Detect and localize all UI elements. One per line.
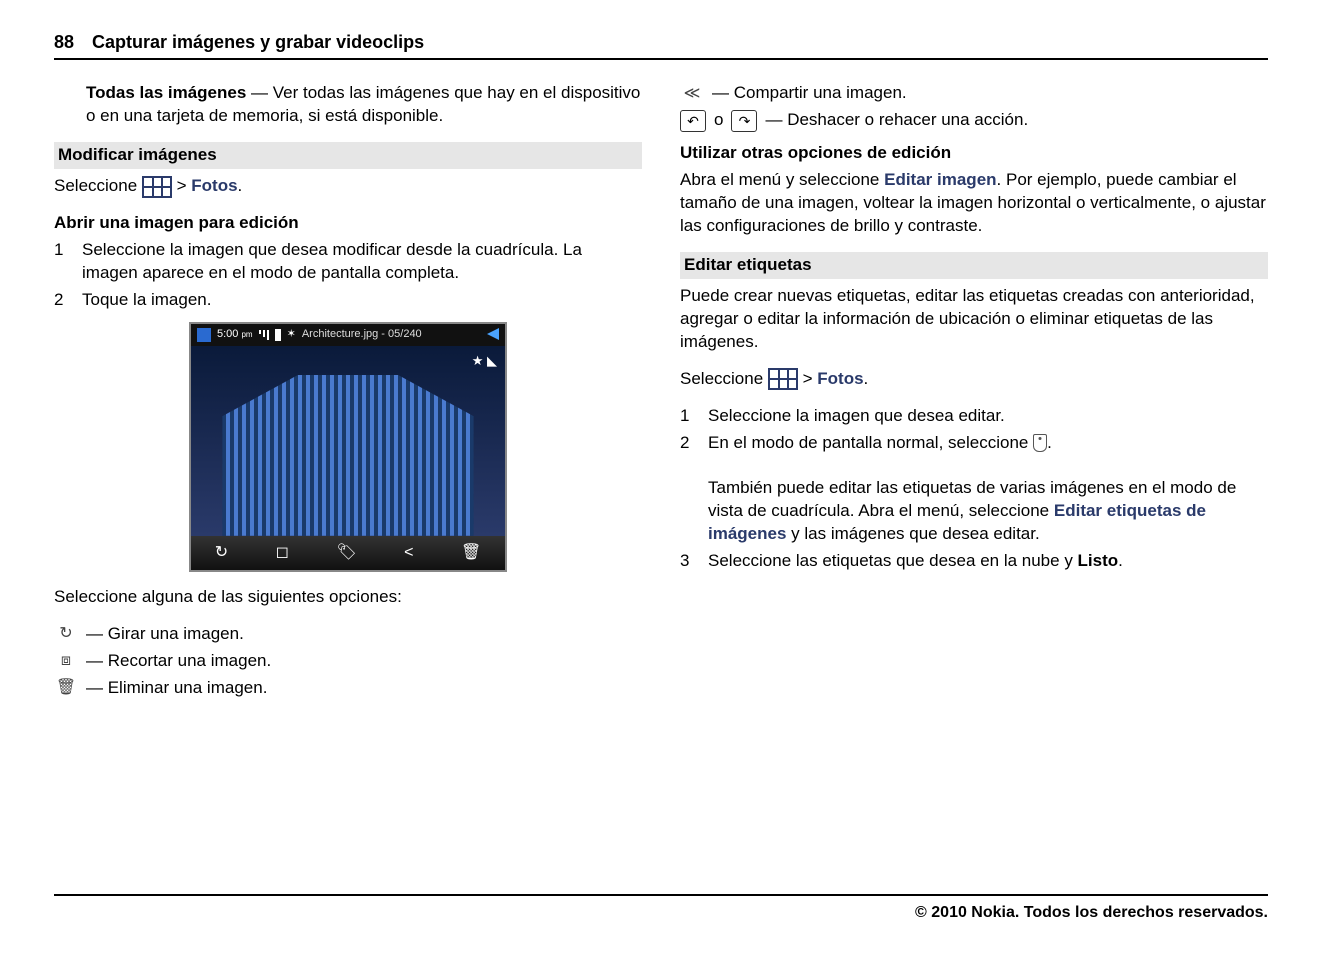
text: > xyxy=(798,369,817,388)
step-text: Seleccione las etiquetas que desea en la… xyxy=(708,550,1268,573)
other-options-text: Abra el menú y seleccione Editar imagen.… xyxy=(680,169,1268,238)
page-header: 88 Capturar imágenes y grabar videoclips xyxy=(54,30,1268,60)
option-delete: 🗑 — Eliminar una imagen. xyxy=(54,677,642,700)
option-text: — Girar una imagen. xyxy=(86,623,244,646)
tag-step-3: 3 Seleccione las etiquetas que desea en … xyxy=(680,550,1268,573)
text: . xyxy=(238,176,243,195)
tag-icon: 🏷 xyxy=(336,542,356,564)
option-text: — Deshacer o rehacer una acción. xyxy=(765,109,1028,132)
done-label: Listo xyxy=(1078,551,1119,570)
text: Seleccione xyxy=(54,176,142,195)
step-text: Toque la imagen. xyxy=(82,289,642,312)
option-text: — Compartir una imagen. xyxy=(712,82,907,105)
option-text: — Eliminar una imagen. xyxy=(86,677,267,700)
menu-photos: Fotos xyxy=(191,176,237,195)
open-edit-heading: Abrir una imagen para edición xyxy=(54,212,642,235)
section-modify-images: Modificar imágenes xyxy=(54,142,642,169)
all-images-block: Todas las imágenes — Ver todas las imáge… xyxy=(54,82,642,128)
options-intro: Seleccione alguna de las siguientes opci… xyxy=(54,586,642,609)
step-number: 2 xyxy=(680,432,708,547)
text: Abra el menú y seleccione xyxy=(680,170,884,189)
phone-toolbar: ↻ ◻ 🏷 < 🗑 xyxy=(191,536,505,570)
step-number: 1 xyxy=(680,405,708,428)
building-photo xyxy=(222,365,473,536)
tag-step-2: 2 En el modo de pantalla normal, selecci… xyxy=(680,432,1268,547)
step-number: 2 xyxy=(54,289,82,312)
step-2: 2 Toque la imagen. xyxy=(54,289,642,312)
trash-icon: 🗑 xyxy=(56,677,76,699)
phone-screenshot: 5:00 pm ✶ Architecture.jpg - 05/240 ★ ◣ … xyxy=(189,322,507,572)
select-photos-line: Seleccione > Fotos. xyxy=(54,175,642,198)
phone-status-bar: 5:00 pm ✶ Architecture.jpg - 05/240 xyxy=(191,324,505,346)
crop-icon: ◻ xyxy=(276,542,289,564)
menu-edit-image: Editar imagen xyxy=(884,170,996,189)
text: Seleccione xyxy=(680,369,768,388)
trash-icon: 🗑 xyxy=(461,542,481,564)
menu-grid-icon xyxy=(768,368,798,390)
option-share: ≪ — Compartir una imagen. xyxy=(680,82,1268,105)
footer-copyright: © 2010 Nokia. Todos los derechos reserva… xyxy=(54,894,1268,924)
step-text: En el modo de pantalla normal, seleccion… xyxy=(708,432,1268,547)
tag-icon xyxy=(1033,434,1047,452)
menu-grid-icon xyxy=(142,176,172,198)
step-text: Seleccione la imagen que desea editar. xyxy=(708,405,1268,428)
battery-icon xyxy=(275,329,281,341)
option-crop: ⧈ — Recortar una imagen. xyxy=(54,650,642,673)
share-icon: ≪ xyxy=(684,83,701,105)
option-text: — Recortar una imagen. xyxy=(86,650,271,673)
step-text: Seleccione la imagen que desea modificar… xyxy=(82,239,642,285)
section-edit-tags: Editar etiquetas xyxy=(680,252,1268,279)
sep: — xyxy=(246,83,272,102)
favorite-star-icon: ★ ◣ xyxy=(472,352,497,370)
header-title: Capturar imágenes y grabar videoclips xyxy=(92,30,424,54)
wifi-icon: ✶ xyxy=(287,327,296,342)
back-arrow-icon xyxy=(487,328,499,340)
other-options-heading: Utilizar otras opciones de edición xyxy=(680,142,1268,165)
option-rotate: ↻ — Girar una imagen. xyxy=(54,623,642,646)
app-icon xyxy=(197,328,211,342)
tags-intro: Puede crear nuevas etiquetas, editar las… xyxy=(680,285,1268,354)
redo-icon: ↷ xyxy=(731,110,757,132)
phone-image-area: ★ ◣ xyxy=(191,346,505,536)
text: > xyxy=(172,176,191,195)
crop-icon: ⧈ xyxy=(61,650,71,672)
tag-step-1: 1 Seleccione la imagen que desea editar. xyxy=(680,405,1268,428)
step-1: 1 Seleccione la imagen que desea modific… xyxy=(54,239,642,285)
step-number: 3 xyxy=(680,550,708,573)
page-number: 88 xyxy=(54,30,74,54)
share-icon: < xyxy=(404,542,413,564)
text: . xyxy=(864,369,869,388)
all-images-term: Todas las imágenes xyxy=(86,83,246,102)
filename-label: Architecture.jpg - 05/240 xyxy=(302,327,422,342)
rotate-icon: ↻ xyxy=(215,542,228,564)
text: o xyxy=(714,109,723,132)
step-number: 1 xyxy=(54,239,82,285)
option-undo-redo: ↶ o ↷ — Deshacer o rehacer una acción. xyxy=(680,109,1268,132)
menu-photos: Fotos xyxy=(817,369,863,388)
undo-icon: ↶ xyxy=(680,110,706,132)
select-photos-line-2: Seleccione > Fotos. xyxy=(680,368,1268,391)
signal-bars-icon xyxy=(259,330,269,340)
rotate-icon: ↻ xyxy=(59,623,72,645)
clock-time: 5:00 pm xyxy=(217,327,253,342)
